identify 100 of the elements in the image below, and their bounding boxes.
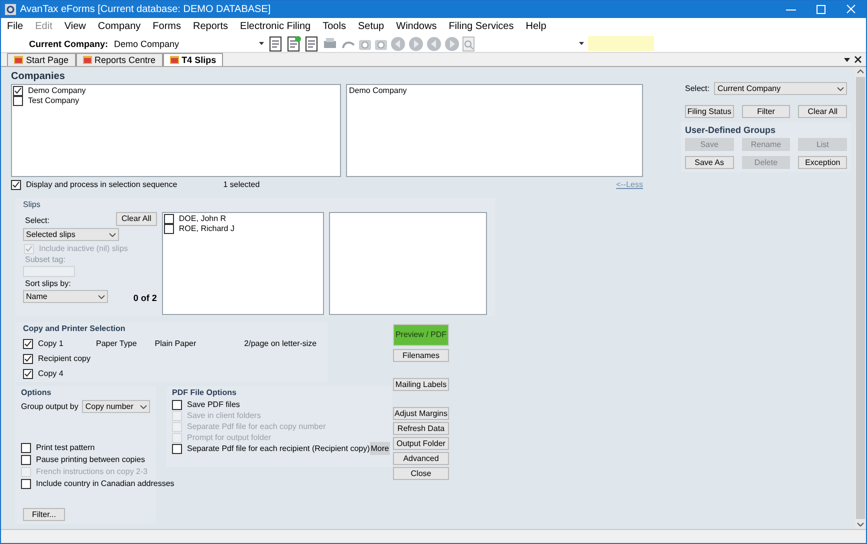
checkbox-label: Save in client folders bbox=[187, 410, 261, 420]
checkbox-label: Separate Pdf file for each recipient (Recipient copy) bbox=[187, 444, 370, 454]
checkbox-label: Save PDF files bbox=[187, 400, 240, 410]
scrollbar[interactable] bbox=[855, 67, 866, 529]
checkbox[interactable] bbox=[164, 214, 174, 224]
section-heading: Copy and Printer Selection bbox=[23, 324, 126, 334]
button[interactable]: Output Folder bbox=[393, 437, 449, 450]
checkbox[interactable] bbox=[23, 339, 33, 349]
window-icon bbox=[82, 56, 92, 64]
slip-count: 0 of 2 bbox=[133, 293, 157, 303]
button[interactable]: Clear All bbox=[116, 212, 157, 226]
chevron-icon bbox=[98, 294, 105, 298]
tab[interactable]: Start Page bbox=[7, 53, 76, 66]
document-icon[interactable] bbox=[268, 36, 284, 52]
dropdown[interactable]: Selected slips bbox=[23, 228, 119, 241]
checkbox[interactable] bbox=[164, 224, 174, 234]
tab[interactable]: Reports Centre bbox=[76, 53, 163, 66]
checkbox-label: Copy 1 bbox=[38, 339, 64, 349]
list-item[interactable]: Demo Company bbox=[349, 86, 640, 96]
section-heading: Slips bbox=[23, 200, 42, 210]
checkbox-label: Copy 4 bbox=[38, 369, 64, 379]
section-heading: User-Defined Groups bbox=[685, 125, 777, 135]
selected-slips-list[interactable] bbox=[329, 212, 487, 315]
menu-item[interactable]: Setup bbox=[358, 22, 384, 32]
checkbox-label: DOE, John R bbox=[178, 214, 226, 224]
dropdown[interactable]: Copy number bbox=[82, 400, 150, 413]
checkbox-label: Recipient copy bbox=[38, 354, 90, 364]
checkbox[interactable] bbox=[21, 455, 31, 465]
selected-list[interactable]: Demo Company bbox=[346, 84, 643, 177]
section-heading: Companies bbox=[11, 72, 66, 82]
menu-item[interactable]: Reports bbox=[193, 22, 228, 32]
checkbox-label: Demo Company bbox=[28, 86, 86, 96]
menu-item[interactable]: Company bbox=[98, 22, 141, 32]
checkbox[interactable] bbox=[13, 86, 23, 96]
label: Subset tag: bbox=[25, 255, 66, 265]
button[interactable]: Preview / PDF bbox=[393, 324, 449, 346]
checkbox[interactable] bbox=[172, 444, 182, 454]
label: Plain Paper bbox=[154, 339, 196, 349]
menu-item[interactable]: File bbox=[7, 22, 24, 32]
chevron-icon bbox=[837, 86, 844, 90]
menu-item[interactable]: Help bbox=[526, 22, 546, 32]
chevron-icon bbox=[109, 232, 116, 236]
menu-item[interactable]: Windows bbox=[396, 22, 437, 32]
dropdown[interactable]: Current Company bbox=[714, 82, 848, 95]
section-heading: Options bbox=[21, 388, 52, 398]
checkbox[interactable] bbox=[23, 369, 33, 379]
button[interactable]: More bbox=[370, 442, 390, 455]
magnifier-icon[interactable] bbox=[462, 36, 476, 52]
selection-count: 1 selected bbox=[223, 180, 260, 190]
button[interactable]: Clear All bbox=[798, 105, 847, 118]
section-heading: PDF File Options bbox=[172, 388, 238, 398]
checkbox-label: Separate Pdf file for each copy number bbox=[187, 422, 326, 432]
checkbox-label: Pause printing between copies bbox=[36, 455, 145, 465]
checkbox[interactable] bbox=[21, 479, 31, 489]
checkbox-label: ROE, Richard J bbox=[178, 224, 234, 234]
window-title: AvanTax eForms [Current database: DEMO DATABASE] bbox=[20, 4, 271, 14]
menu-item[interactable]: Forms bbox=[152, 22, 182, 32]
slip-list[interactable]: DOE, John R ROE, Richard J bbox=[162, 212, 324, 315]
label: Group output by bbox=[21, 402, 78, 412]
checkbox[interactable] bbox=[172, 400, 182, 410]
dropdown-arrow-icon[interactable] bbox=[844, 55, 850, 64]
window-icon bbox=[170, 56, 179, 64]
menu-item[interactable]: Filing Services bbox=[448, 22, 514, 32]
menu-item[interactable]: Tools bbox=[322, 22, 346, 32]
button[interactable]: Filter bbox=[742, 105, 790, 118]
button[interactable]: Refresh Data bbox=[393, 422, 449, 435]
dropdown[interactable]: Name bbox=[23, 290, 108, 303]
highlight-field[interactable] bbox=[588, 36, 654, 51]
window-icon bbox=[14, 56, 23, 64]
checkbox-label: Test Company bbox=[28, 96, 80, 106]
caret-icon[interactable] bbox=[579, 42, 584, 45]
label: Select: bbox=[25, 216, 50, 226]
document-icon[interactable] bbox=[286, 36, 302, 52]
menu-item[interactable]: Electronic Filing bbox=[240, 22, 311, 32]
button[interactable]: Close bbox=[393, 467, 449, 480]
button[interactable]: Save As bbox=[685, 156, 734, 169]
button[interactable]: Filter... bbox=[23, 508, 65, 521]
checkbox-label: Include inactive (nil) slips bbox=[39, 244, 128, 254]
tab[interactable]: T4 Slips bbox=[162, 53, 224, 66]
button[interactable]: Advanced bbox=[393, 452, 449, 465]
button[interactable]: Exception bbox=[798, 156, 847, 169]
button[interactable]: Filing Status bbox=[685, 105, 734, 118]
checkbox[interactable] bbox=[21, 443, 31, 453]
button[interactable]: Mailing Labels bbox=[393, 378, 449, 391]
checkbox-label: Display and process in selection sequence bbox=[26, 180, 178, 190]
button[interactable]: Adjust Margins bbox=[393, 407, 449, 420]
label: Paper Type bbox=[96, 339, 137, 349]
checkbox[interactable] bbox=[13, 96, 23, 106]
label: Sort slips by: bbox=[25, 279, 72, 289]
caret-icon bbox=[259, 42, 264, 45]
button[interactable]: Filenames bbox=[393, 349, 449, 362]
document-icon[interactable] bbox=[304, 36, 320, 52]
checkbox-label: Print test pattern bbox=[36, 443, 95, 453]
close-icon[interactable] bbox=[854, 55, 862, 64]
subset-field[interactable] bbox=[23, 266, 75, 277]
checkbox[interactable] bbox=[23, 354, 33, 364]
menu-item[interactable]: View bbox=[64, 22, 86, 32]
checkbox[interactable] bbox=[11, 180, 21, 190]
label: 2/page on letter-size bbox=[244, 339, 317, 349]
company-list[interactable]: Demo Company Test Company bbox=[11, 84, 341, 177]
